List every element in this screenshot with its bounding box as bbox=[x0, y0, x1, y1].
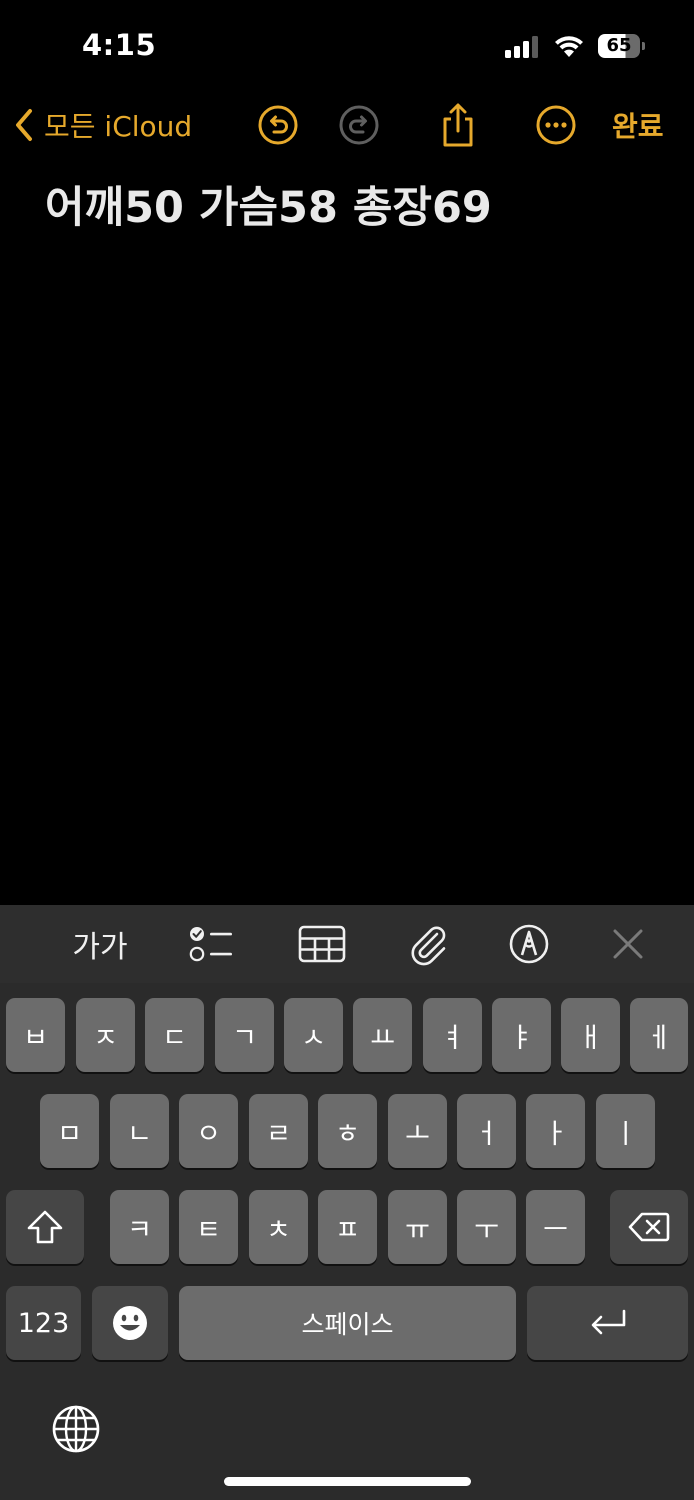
share-button[interactable] bbox=[434, 101, 482, 149]
key-kieuk[interactable]: ㅋ bbox=[110, 1190, 169, 1264]
keyboard: 가가 ㅂ ㅈ ㄷ ㄱ ㅅ ㅛ ㅕ ㅑ ㅐ ㅔ ㅁ ㄴ ㅇ ㄹ ㅎ ㅗ ㅓ ㅏ ㅣ… bbox=[0, 905, 694, 1500]
format-toolbar: 가가 bbox=[0, 905, 694, 983]
key-yeo[interactable]: ㅕ bbox=[423, 998, 482, 1072]
key-yo[interactable]: ㅛ bbox=[353, 998, 412, 1072]
key-chieut[interactable]: ㅊ bbox=[249, 1190, 308, 1264]
key-eo[interactable]: ㅓ bbox=[457, 1094, 516, 1168]
share-icon bbox=[443, 103, 473, 147]
checklist-icon bbox=[189, 927, 232, 962]
key-u[interactable]: ㅜ bbox=[457, 1190, 516, 1264]
delete-backward-icon bbox=[628, 1212, 670, 1242]
emoji-key[interactable] bbox=[92, 1286, 168, 1360]
key-giyeok[interactable]: ㄱ bbox=[215, 998, 274, 1072]
key-pieup[interactable]: ㅍ bbox=[318, 1190, 377, 1264]
battery-level: 65 bbox=[606, 35, 632, 56]
cellular-signal-icon bbox=[505, 36, 538, 58]
key-ya[interactable]: ㅑ bbox=[492, 998, 551, 1072]
key-mieum[interactable]: ㅁ bbox=[40, 1094, 99, 1168]
key-i[interactable]: ㅣ bbox=[596, 1094, 655, 1168]
return-key[interactable] bbox=[527, 1286, 688, 1360]
key-ae[interactable]: ㅐ bbox=[561, 998, 620, 1072]
ellipsis-circle-icon bbox=[536, 105, 576, 145]
back-button[interactable]: 모든 iCloud bbox=[14, 101, 192, 149]
numbers-key[interactable]: 123 bbox=[6, 1286, 81, 1360]
backspace-key[interactable] bbox=[610, 1190, 688, 1264]
text-format-button[interactable]: 가가 bbox=[60, 919, 140, 969]
return-arrow-icon bbox=[591, 1309, 625, 1335]
done-button[interactable]: 완료 bbox=[612, 105, 664, 145]
space-key[interactable]: 스페이스 bbox=[179, 1286, 516, 1360]
markup-button[interactable] bbox=[506, 919, 552, 969]
checklist-button[interactable] bbox=[186, 919, 236, 969]
attachment-button[interactable] bbox=[404, 919, 454, 969]
key-a[interactable]: ㅏ bbox=[526, 1094, 585, 1168]
key-tieut[interactable]: ㅌ bbox=[179, 1190, 238, 1264]
key-jieut[interactable]: ㅈ bbox=[76, 998, 135, 1072]
key-o[interactable]: ㅗ bbox=[388, 1094, 447, 1168]
shift-arrow-icon bbox=[27, 1210, 63, 1244]
status-time: 4:15 bbox=[82, 28, 157, 62]
back-label: 모든 iCloud bbox=[44, 110, 193, 143]
home-indicator[interactable] bbox=[224, 1477, 471, 1486]
battery-indicator: 65 bbox=[598, 34, 645, 58]
note-body-text[interactable]: 어깨50 가슴58 총장69 bbox=[45, 178, 665, 238]
table-button[interactable] bbox=[296, 919, 348, 969]
emoji-smiley-icon bbox=[113, 1306, 147, 1340]
chevron-left-icon bbox=[16, 109, 32, 141]
paperclip-icon bbox=[411, 926, 446, 966]
key-siot[interactable]: ㅅ bbox=[284, 998, 343, 1072]
undo-button[interactable] bbox=[254, 101, 302, 149]
status-bar: 4:15 65 bbox=[0, 0, 694, 90]
undo-icon bbox=[258, 105, 298, 145]
redo-button[interactable] bbox=[335, 101, 383, 149]
markup-pen-icon bbox=[509, 924, 549, 964]
key-eu[interactable]: ㅡ bbox=[526, 1190, 585, 1264]
key-bieup[interactable]: ㅂ bbox=[6, 998, 65, 1072]
close-toolbar-button[interactable] bbox=[606, 919, 650, 969]
wifi-icon bbox=[555, 36, 583, 57]
key-rieul[interactable]: ㄹ bbox=[249, 1094, 308, 1168]
table-icon bbox=[298, 925, 346, 963]
key-yu[interactable]: ㅠ bbox=[388, 1190, 447, 1264]
key-e[interactable]: ㅔ bbox=[630, 998, 688, 1072]
redo-icon bbox=[339, 105, 379, 145]
key-ieung[interactable]: ㅇ bbox=[179, 1094, 238, 1168]
shift-key[interactable] bbox=[6, 1190, 84, 1264]
key-nieun[interactable]: ㄴ bbox=[110, 1094, 169, 1168]
key-digeut[interactable]: ㄷ bbox=[145, 998, 204, 1072]
globe-icon[interactable] bbox=[50, 1403, 102, 1455]
more-options-button[interactable] bbox=[532, 101, 580, 149]
close-icon bbox=[613, 929, 643, 959]
note-nav-bar: 모든 iCloud 완료 bbox=[0, 95, 694, 155]
key-hieut[interactable]: ㅎ bbox=[318, 1094, 377, 1168]
